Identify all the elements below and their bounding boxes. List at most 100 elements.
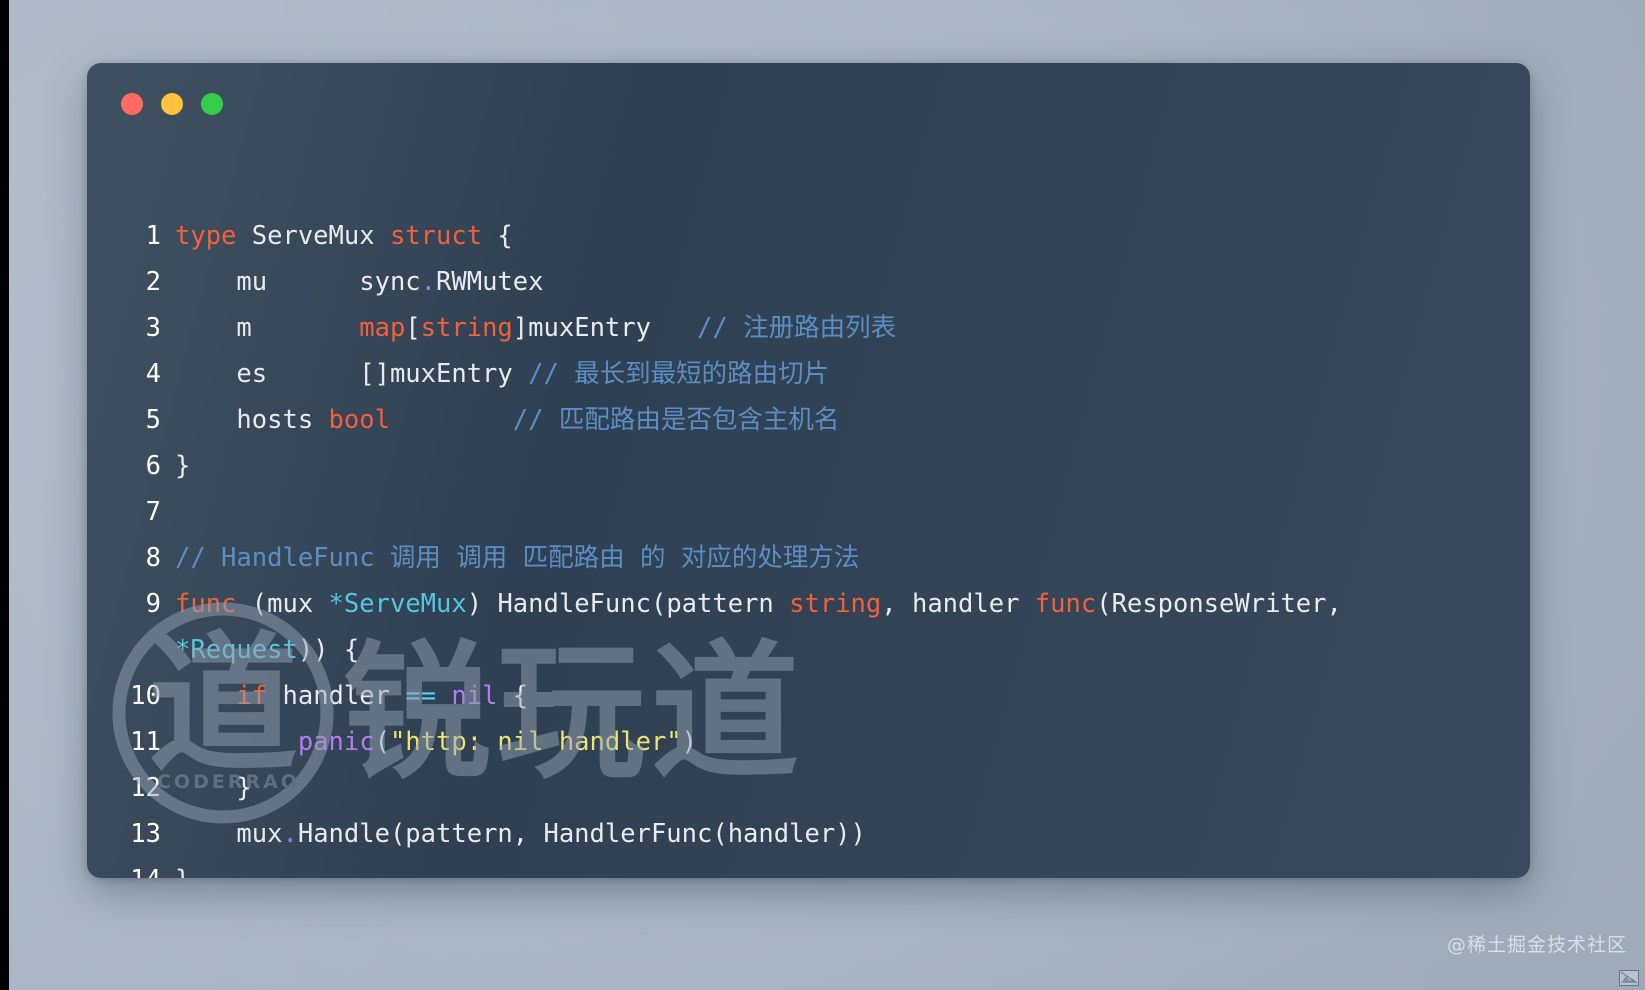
line-number: 1	[145, 221, 161, 251]
code-token: ServeMux	[236, 221, 390, 251]
code-token: [	[405, 313, 421, 343]
line-number: 13	[130, 819, 161, 849]
line-source: // HandleFunc 调用 调用 匹配路由 的 对应的处理方法	[175, 535, 1504, 581]
code-line: 6}	[87, 443, 1504, 489]
code-line: 13 mux.Handle(pattern, HandlerFunc(handl…	[87, 811, 1504, 857]
code-token: )	[681, 727, 698, 757]
code-token: "http: nil handler"	[389, 727, 682, 757]
line-source: }	[175, 443, 1504, 489]
code-token: Handle(pattern, HandlerFunc(handler))	[297, 819, 866, 849]
line-number: 5	[145, 405, 161, 435]
code-token: , handler	[881, 589, 1035, 619]
line-number: 7	[145, 497, 161, 527]
page-canvas: 1 type ServeMux struct {2 mu sync.RWMutex…	[0, 0, 1645, 990]
code-token: {	[482, 221, 513, 251]
code-token: struct	[389, 221, 483, 251]
line-source: es []muxEntry // 最长到最短的路由切片	[175, 351, 1504, 397]
line-number: 14	[87, 857, 175, 878]
line-source: if handler == nil {	[175, 673, 1504, 719]
line-number: 9	[145, 589, 161, 619]
code-token: // 注册路由列表	[697, 313, 897, 343]
close-button-icon[interactable]	[121, 93, 143, 115]
broken-image-icon	[1619, 970, 1639, 986]
code-token: // 匹配路由是否包含主机名	[512, 405, 840, 435]
code-token: string	[789, 589, 882, 619]
code-token: ]	[512, 313, 529, 343]
code-line: 1 type ServeMux struct {	[87, 213, 1504, 259]
line-number: 3	[145, 313, 161, 343]
code-token: ==	[405, 681, 437, 711]
code-token: (	[374, 727, 390, 757]
maximize-button-icon[interactable]	[201, 93, 223, 115]
code-token: muxEntry	[528, 313, 651, 343]
code-token: .	[420, 267, 437, 297]
code-token: func	[1034, 589, 1097, 619]
code-token: type	[175, 221, 237, 251]
code-token: panic	[297, 727, 375, 757]
code-token: {	[497, 681, 529, 711]
code-token: func	[175, 589, 237, 619]
code-token: mux	[175, 819, 283, 849]
code-token: map	[359, 313, 406, 343]
code-line: 11 panic("http: nil handler")	[87, 719, 1504, 765]
code-line: 5 hosts bool // 匹配路由是否包含主机名	[87, 397, 1504, 443]
code-token: )) {	[297, 635, 360, 665]
line-source: panic("http: nil handler")	[175, 719, 1504, 765]
code-block[interactable]: 1 type ServeMux struct {2 mu sync.RWMutex…	[87, 145, 1530, 878]
code-token: RWMutex	[436, 267, 544, 297]
code-token: }	[175, 773, 252, 803]
code-token: hosts	[175, 405, 329, 435]
code-token: *	[175, 635, 191, 665]
code-token: ) HandleFunc(pattern	[466, 589, 790, 619]
line-number: 11	[130, 727, 161, 757]
code-token: // HandleFunc 调用 调用 匹配路由 的 对应的处理方法	[175, 543, 860, 573]
code-token: (mux	[236, 589, 329, 619]
attribution-watermark: @稀土掘金技术社区	[1446, 934, 1627, 956]
code-token: es []muxEntry	[175, 359, 529, 389]
line-source: mux.Handle(pattern, HandlerFunc(handler)…	[175, 811, 1504, 857]
code-token: nil	[451, 681, 498, 711]
line-number: 2	[145, 267, 161, 297]
code-window: 1 type ServeMux struct {2 mu sync.RWMutex…	[87, 63, 1530, 878]
code-line: 14}	[87, 857, 1504, 878]
line-source: }	[175, 857, 1504, 878]
code-token: ServeMux	[343, 589, 467, 619]
code-token: if	[236, 681, 268, 711]
code-token: Request	[190, 635, 298, 665]
line-number: 8	[145, 543, 161, 573]
line-source: func (mux *ServeMux) HandleFunc(pattern …	[175, 581, 1504, 673]
code-token: mu sync	[175, 267, 421, 297]
line-source: type ServeMux struct {	[175, 213, 1504, 259]
code-line: 7	[87, 489, 1504, 535]
line-source: hosts bool // 匹配路由是否包含主机名	[175, 397, 1504, 443]
code-line: 10 if handler == nil {	[87, 673, 1504, 719]
code-token: string	[420, 313, 513, 343]
code-token: m	[175, 313, 360, 343]
line-number: 12	[130, 773, 161, 803]
code-line: 2 mu sync.RWMutex	[87, 259, 1504, 305]
code-token: handler	[267, 681, 406, 711]
code-token: }	[175, 865, 190, 878]
code-line: 3 m map[string]muxEntry // 注册路由列表	[87, 305, 1504, 351]
minimize-button-icon[interactable]	[161, 93, 183, 115]
code-token: .	[282, 819, 298, 849]
code-token: bool	[328, 405, 390, 435]
line-number: 10	[130, 681, 161, 711]
window-titlebar	[87, 63, 1530, 145]
line-number: 6	[145, 451, 161, 481]
line-source: m map[string]muxEntry // 注册路由列表	[175, 305, 1504, 351]
line-source: mu sync.RWMutex	[175, 259, 1504, 305]
code-token: *	[328, 589, 344, 619]
line-source: }	[175, 765, 1504, 811]
code-line: 12 }	[87, 765, 1504, 811]
code-token: // 最长到最短的路由切片	[528, 359, 830, 389]
code-token: (ResponseWriter,	[1096, 589, 1358, 619]
code-token: }	[175, 451, 191, 481]
code-line: 8 // HandleFunc 调用 调用 匹配路由 的 对应的处理方法	[87, 535, 1504, 581]
code-line: 9 func (mux *ServeMux) HandleFunc(pattern…	[87, 581, 1504, 673]
line-number: 4	[145, 359, 161, 389]
